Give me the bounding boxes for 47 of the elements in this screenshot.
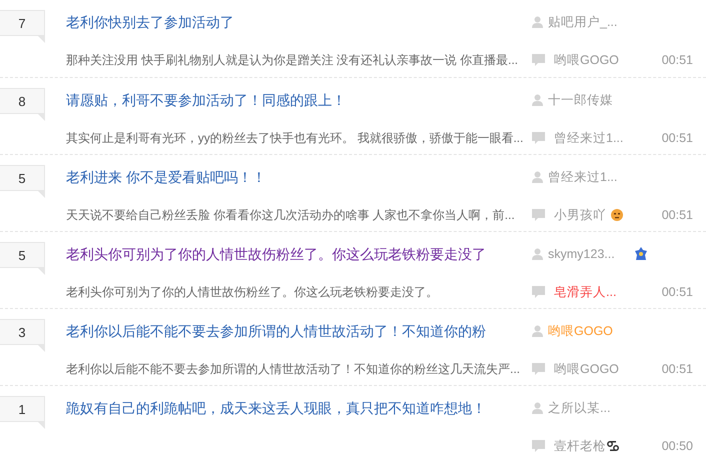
user-icon: [532, 16, 543, 28]
author-name[interactable]: 贴吧用户_...: [548, 14, 618, 30]
author-name[interactable]: 哟喂GOGO: [548, 322, 613, 340]
last-reply-name[interactable]: 哟喂GOGO: [554, 52, 619, 68]
last-reply-name[interactable]: 皂滑弄人...: [554, 284, 616, 300]
reply-time: 00:51: [660, 362, 694, 376]
thread-excerpt: 老利你以后能不能不要去参加所谓的人情世故活动了！不知道你的粉丝这几天流失严...: [66, 360, 522, 378]
reply-count: 5: [0, 242, 45, 275]
thread-title[interactable]: 老利进来 你不是爱看贴吧吗！！: [66, 167, 532, 187]
reply-time: 00:51: [660, 208, 694, 222]
comment-icon: [532, 209, 545, 221]
comment-icon: [532, 440, 545, 452]
reply-count: 7: [0, 10, 45, 43]
thread-excerpt: 老利头你可别为了你的人情世故伤粉丝了。你这么玩老铁粉要走没了。: [66, 284, 439, 300]
user-icon: [532, 248, 543, 260]
author-name[interactable]: 曾经来过1...: [548, 168, 618, 186]
last-reply-name[interactable]: 壹杆老枪: [554, 438, 606, 454]
reply-count: 1: [0, 396, 45, 429]
reply-time: 00:51: [660, 131, 694, 145]
last-reply-name[interactable]: 小男孩吖: [554, 206, 606, 224]
author-name[interactable]: skymy123...: [548, 247, 615, 261]
thread-title[interactable]: 跪奴有自己的利跪帖吧，成天来这丢人现眼，真只把不知道咋想地！: [66, 398, 532, 418]
thread-title[interactable]: 老利你以后能不能不要去参加所谓的人情世故活动了！不知道你的粉: [66, 321, 532, 341]
thread-title[interactable]: 请愿贴，利哥不要参加活动了！同感的跟上！: [66, 90, 532, 110]
user-icon: [532, 325, 543, 337]
last-reply-name[interactable]: 哟喂GOGO: [554, 360, 619, 378]
user-icon: [532, 171, 543, 183]
comment-icon: [532, 286, 545, 298]
author-name[interactable]: 十一郎传媒: [548, 92, 613, 108]
thread-excerpt: 其实何止是利哥有光环，yy的粉丝去了快手也有光环。 我就很骄傲，骄傲于能一眼看...: [66, 130, 524, 146]
last-reply-name[interactable]: 曾经来过1...: [554, 130, 624, 146]
user-icon: [532, 402, 543, 414]
thread-excerpt: 天天说不要给自己粉丝丢脸 你看看你这几次活动办的啥事 人家也不拿你当人啊，前...: [66, 206, 516, 224]
reply-time: 00:50: [660, 439, 694, 453]
comment-icon: [532, 54, 545, 66]
user-icon: [532, 94, 543, 106]
reply-count: 5: [0, 165, 45, 198]
comment-icon: [532, 363, 545, 375]
thread-excerpt: 那种关注没用 快手刷礼物别人就是认为你是蹭关注 没有还礼认亲事故一说 你直播最...: [66, 52, 520, 68]
thread-title[interactable]: 老利头你可别为了你的人情世故伤粉丝了。你这么玩老铁粉要走没了: [66, 244, 532, 264]
comment-icon: [532, 132, 545, 144]
thread-title[interactable]: 老利你快别去了参加活动了: [66, 12, 532, 32]
reply-time: 00:51: [660, 285, 694, 299]
author-name[interactable]: 之所以某...: [548, 400, 610, 416]
reply-time: 00:51: [660, 53, 694, 67]
reply-count: 3: [0, 319, 45, 352]
reply-count: 8: [0, 88, 45, 121]
